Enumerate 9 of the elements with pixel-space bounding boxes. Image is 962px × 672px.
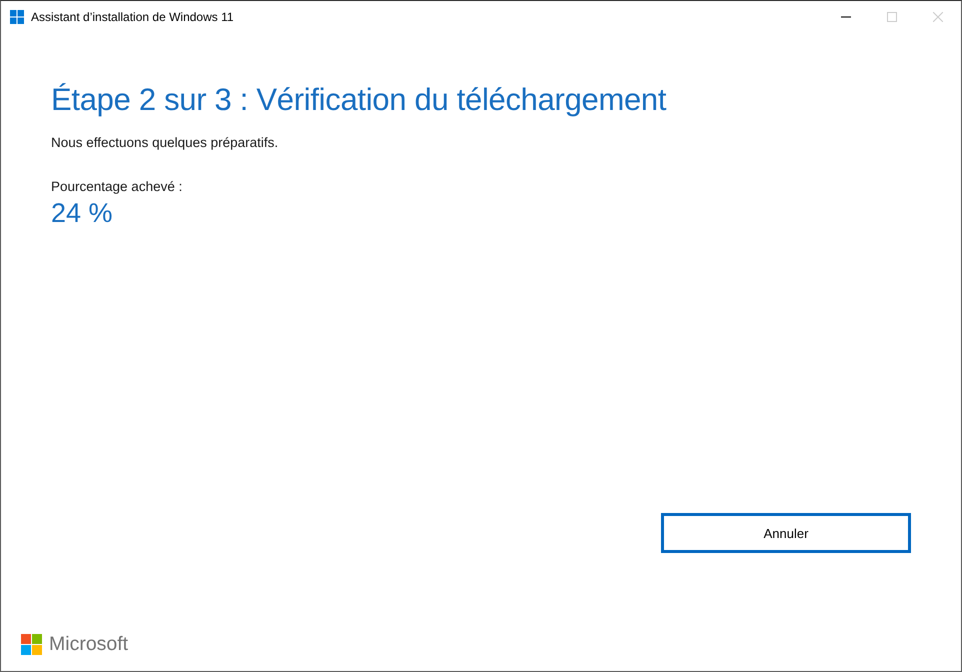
brand-name: Microsoft <box>49 633 128 656</box>
window-title: Assistant d’installation de Windows 11 <box>31 10 235 24</box>
progress-percentage: 24 % <box>51 198 114 229</box>
status-text: Nous effectuons quelques préparatifs. <box>51 135 280 150</box>
step-heading: Étape 2 sur 3 : Vérification du téléchargement <box>51 82 668 118</box>
microsoft-logo-icon <box>21 634 42 655</box>
windows-logo-icon <box>10 10 24 24</box>
cancel-button[interactable]: Annuler <box>661 513 911 553</box>
progress-label: Pourcentage achevé : <box>51 179 184 194</box>
